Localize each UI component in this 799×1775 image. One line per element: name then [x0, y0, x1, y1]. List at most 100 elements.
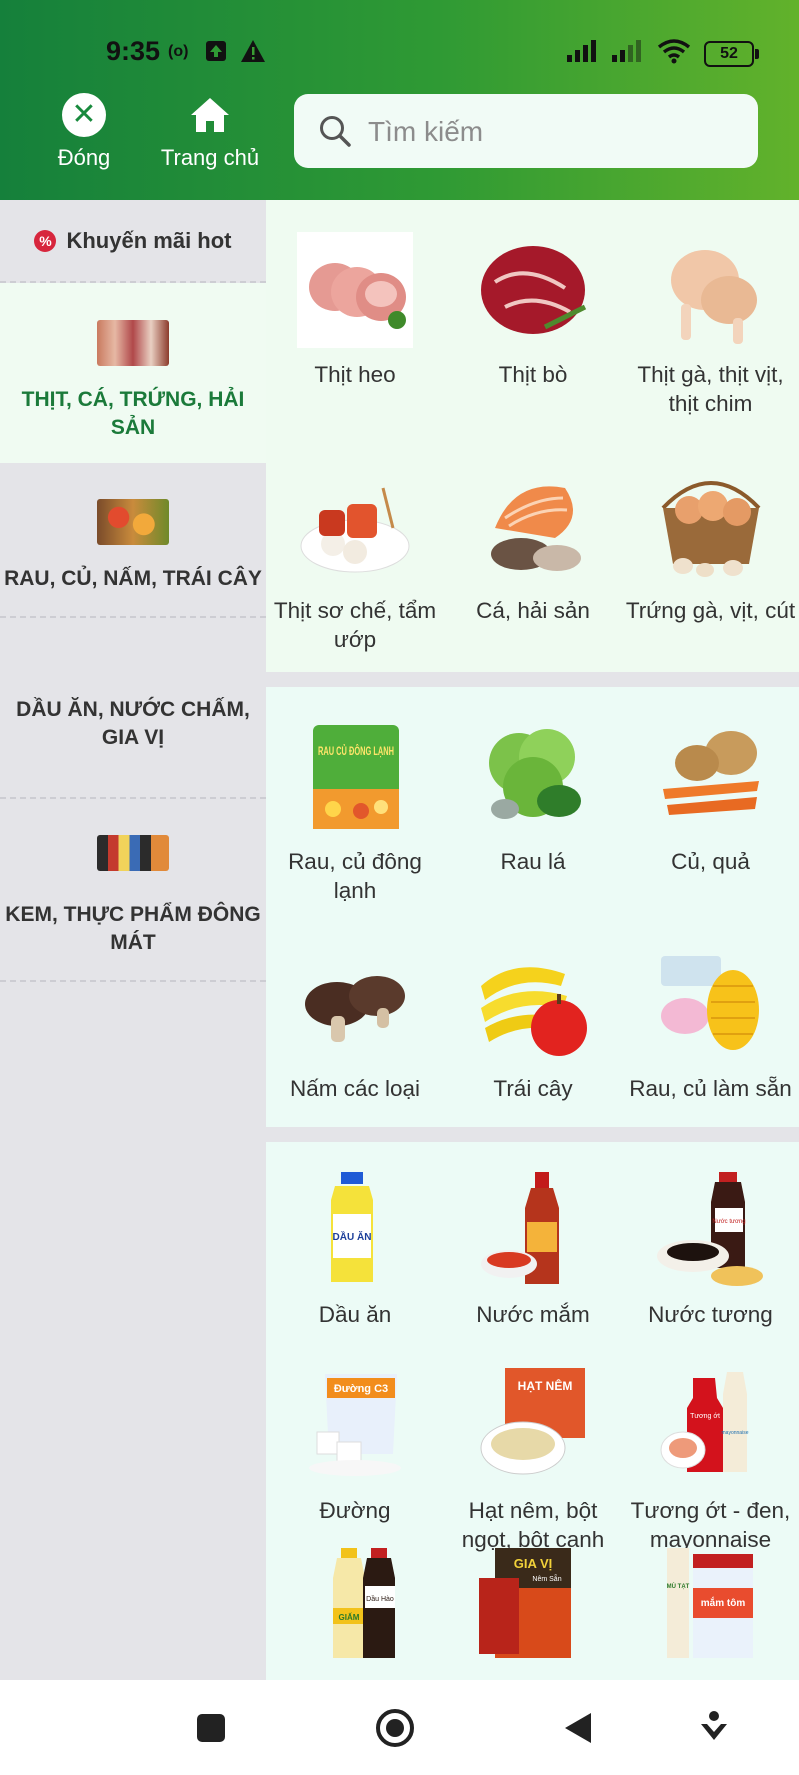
- tile-label: Rau, củ làm sẵn: [629, 1076, 792, 1101]
- tile-label: Cá, hải sản: [476, 598, 590, 623]
- tile-fruit[interactable]: Trái cây: [444, 914, 622, 1141]
- home-label: Trang chủ: [160, 145, 260, 170]
- tile-sugar[interactable]: Đường C3 Đường: [266, 1338, 444, 1534]
- spice-label: GIA VỊ: [514, 1556, 553, 1571]
- search-bar[interactable]: [294, 94, 758, 170]
- signal-icon: [612, 38, 641, 62]
- tile-seafood[interactable]: Cá, hải sản: [444, 436, 622, 663]
- tile-label: Nước mắm: [476, 1302, 590, 1327]
- sidebar-item-label: DẦU ĂN, NƯỚC CHẤM, GIA VỊ: [16, 698, 250, 749]
- leafy-greens-image: [475, 719, 591, 835]
- seasoning-label: HẠT NÊM: [518, 1378, 573, 1393]
- close-button[interactable]: ✕ Đóng: [29, 93, 139, 171]
- tile-seasoning[interactable]: HẠT NÊM Hạt nêm, bột ngọt, bột canh: [444, 1338, 622, 1552]
- tile-chili-sauce[interactable]: Tương ớt mayonnaise Tương ớt - đen, mayon…: [622, 1338, 799, 1552]
- mayo-label: mayonnaise: [721, 1430, 748, 1436]
- back-icon[interactable]: [563, 1711, 593, 1750]
- promo-label: Khuyến mãi hot: [66, 227, 232, 253]
- pork-image: [297, 232, 413, 348]
- sidebar-item-vegetables[interactable]: RAU, CỦ, NẤM, TRÁI CÂY: [0, 463, 266, 618]
- tile-label: Củ, quả: [671, 849, 750, 874]
- meat-thumbnail: [97, 320, 169, 366]
- tile-label: Thịt bò: [498, 362, 568, 387]
- fruit-image: [475, 946, 591, 1062]
- category-sidebar: % Khuyến mãi hot THỊT, CÁ, TRỨNG, HẢI SẢ…: [0, 200, 266, 1680]
- close-icon: ✕: [62, 93, 106, 137]
- sidebar-item-condiments[interactable]: DẦU ĂN, NƯỚC CHẤM, GIA VỊ: [0, 618, 266, 799]
- tile-poultry[interactable]: Thịt gà, thịt vịt, thịt chim: [622, 200, 799, 427]
- status-time: 9:35: [106, 36, 161, 66]
- tile-fish-sauce[interactable]: Nước mắm: [444, 1142, 622, 1338]
- warning-icon: [240, 39, 266, 69]
- tile-label: Rau lá: [500, 849, 566, 874]
- tile-marinated[interactable]: Thịt sơ chế, tẩm ướp: [266, 436, 444, 663]
- spice-image: GIA VỊ Nêm Sẵn: [475, 1548, 591, 1664]
- shrimp-paste-label: mắm tôm: [700, 1596, 745, 1609]
- roots-image: [653, 719, 769, 835]
- search-input[interactable]: [366, 94, 740, 170]
- sidebar-item-label: RAU, CỦ, NẤM, TRÁI CÂY: [4, 567, 262, 590]
- tile-label: Thịt sơ chế, tẩm ướp: [273, 598, 437, 652]
- marinated-image: [297, 468, 413, 584]
- sugar-image: Đường C3: [297, 1368, 413, 1484]
- tile-frozen-veg[interactable]: RAU CỦ ĐÔNG LẠNH Rau, củ đông lạnh: [266, 687, 444, 914]
- home-button[interactable]: Trang chủ: [155, 93, 265, 171]
- soy-label: Nước tương: [712, 1219, 745, 1225]
- tile-label: Thịt gà, thịt vịt, thịt chim: [637, 362, 784, 416]
- tile-eggs[interactable]: Trứng gà, vịt, cút: [622, 436, 799, 663]
- chili-label: Tương ớt: [690, 1413, 720, 1420]
- tile-shrimp-paste-partial[interactable]: MÙ TẠT mắm tôm: [622, 1534, 799, 1680]
- percent-badge-icon: %: [34, 229, 57, 252]
- app-header: 9:35 (o) 52 ✕ Đóng Trang chủ: [0, 0, 799, 200]
- tile-spice-partial[interactable]: GIA VỊ Nêm Sẵn: [444, 1534, 622, 1680]
- poultry-image: [653, 232, 769, 348]
- sidebar-item-label: KEM, THỰC PHẨM ĐÔNG MÁT: [5, 903, 261, 954]
- sidebar-item-meat-fish[interactable]: THỊT, CÁ, TRỨNG, HẢI SẢN: [0, 283, 266, 463]
- shrimp-paste-image: MÙ TẠT mắm tôm: [653, 1548, 769, 1664]
- assistant-icon[interactable]: [699, 1710, 729, 1749]
- pack-label: RAU CỦ ĐÔNG LẠNH: [318, 743, 394, 758]
- wifi-icon: [657, 38, 691, 70]
- tile-label: Thịt heo: [314, 362, 396, 387]
- soy-sauce-image: Nước tương: [653, 1172, 769, 1288]
- battery-icon: 52: [704, 41, 759, 67]
- sidebar-item-label: THỊT, CÁ, TRỨNG, HẢI SẢN: [21, 388, 245, 439]
- tile-label: Rau, củ đông lạnh: [288, 849, 422, 903]
- signal-icon: [567, 38, 596, 62]
- seafood-image: [475, 468, 591, 584]
- tile-beef[interactable]: Thịt bò: [444, 200, 622, 427]
- tile-pork[interactable]: Thịt heo: [266, 200, 444, 427]
- tile-label: Nấm các loại: [289, 1076, 421, 1101]
- section-vegetables: RAU CỦ ĐÔNG LẠNH Rau, củ đông lạnh Rau l…: [266, 687, 799, 1127]
- frozen-veg-pack-image: RAU CỦ ĐÔNG LẠNH: [297, 719, 413, 835]
- sidebar-item-frozen[interactable]: KEM, THỰC PHẨM ĐÔNG MÁT: [0, 799, 266, 982]
- prepped-veg-image: [653, 946, 769, 1062]
- status-bar: 9:35 (o) 52: [0, 0, 799, 80]
- mustard-label: MÙ TẠT: [666, 1583, 689, 1590]
- eggs-image: [653, 468, 769, 584]
- tile-cooking-oil[interactable]: DẦU ĂN Dầu ăn: [266, 1142, 444, 1338]
- tile-roots[interactable]: Củ, quả: [622, 687, 799, 914]
- tile-label: Nước tương: [648, 1302, 773, 1327]
- fish-sauce-image: [475, 1172, 591, 1288]
- tile-vinegar-partial[interactable]: GIẤM Dầu Hào: [266, 1534, 444, 1680]
- tile-leafy-greens[interactable]: Rau lá: [444, 687, 622, 914]
- recent-apps-icon[interactable]: [196, 1713, 226, 1748]
- vegetables-thumbnail: [97, 499, 169, 545]
- mushrooms-image: [297, 946, 413, 1062]
- beef-image: [475, 232, 591, 348]
- section-meat-fish: Thịt heo Thịt bò Thịt gà, thịt vịt, thịt…: [266, 200, 799, 672]
- close-label: Đóng: [57, 145, 111, 170]
- search-icon: [318, 114, 352, 153]
- tile-soy-sauce[interactable]: Nước tương Nước tương: [622, 1142, 799, 1338]
- promo-item[interactable]: % Khuyến mãi hot: [0, 200, 266, 283]
- tile-prepped-veg[interactable]: Rau, củ làm sẵn: [622, 914, 799, 1141]
- seasoning-image: HẠT NÊM: [475, 1368, 591, 1484]
- tile-label: Trứng gà, vịt, cút: [625, 598, 796, 623]
- oyster-label: Dầu Hào: [366, 1594, 394, 1603]
- upload-icon: [205, 40, 227, 68]
- tile-label: Đường: [319, 1498, 391, 1523]
- home-circle-icon[interactable]: [374, 1707, 416, 1754]
- vinegar-oyster-image: GIẤM Dầu Hào: [297, 1548, 413, 1664]
- tile-mushrooms[interactable]: Nấm các loại: [266, 914, 444, 1141]
